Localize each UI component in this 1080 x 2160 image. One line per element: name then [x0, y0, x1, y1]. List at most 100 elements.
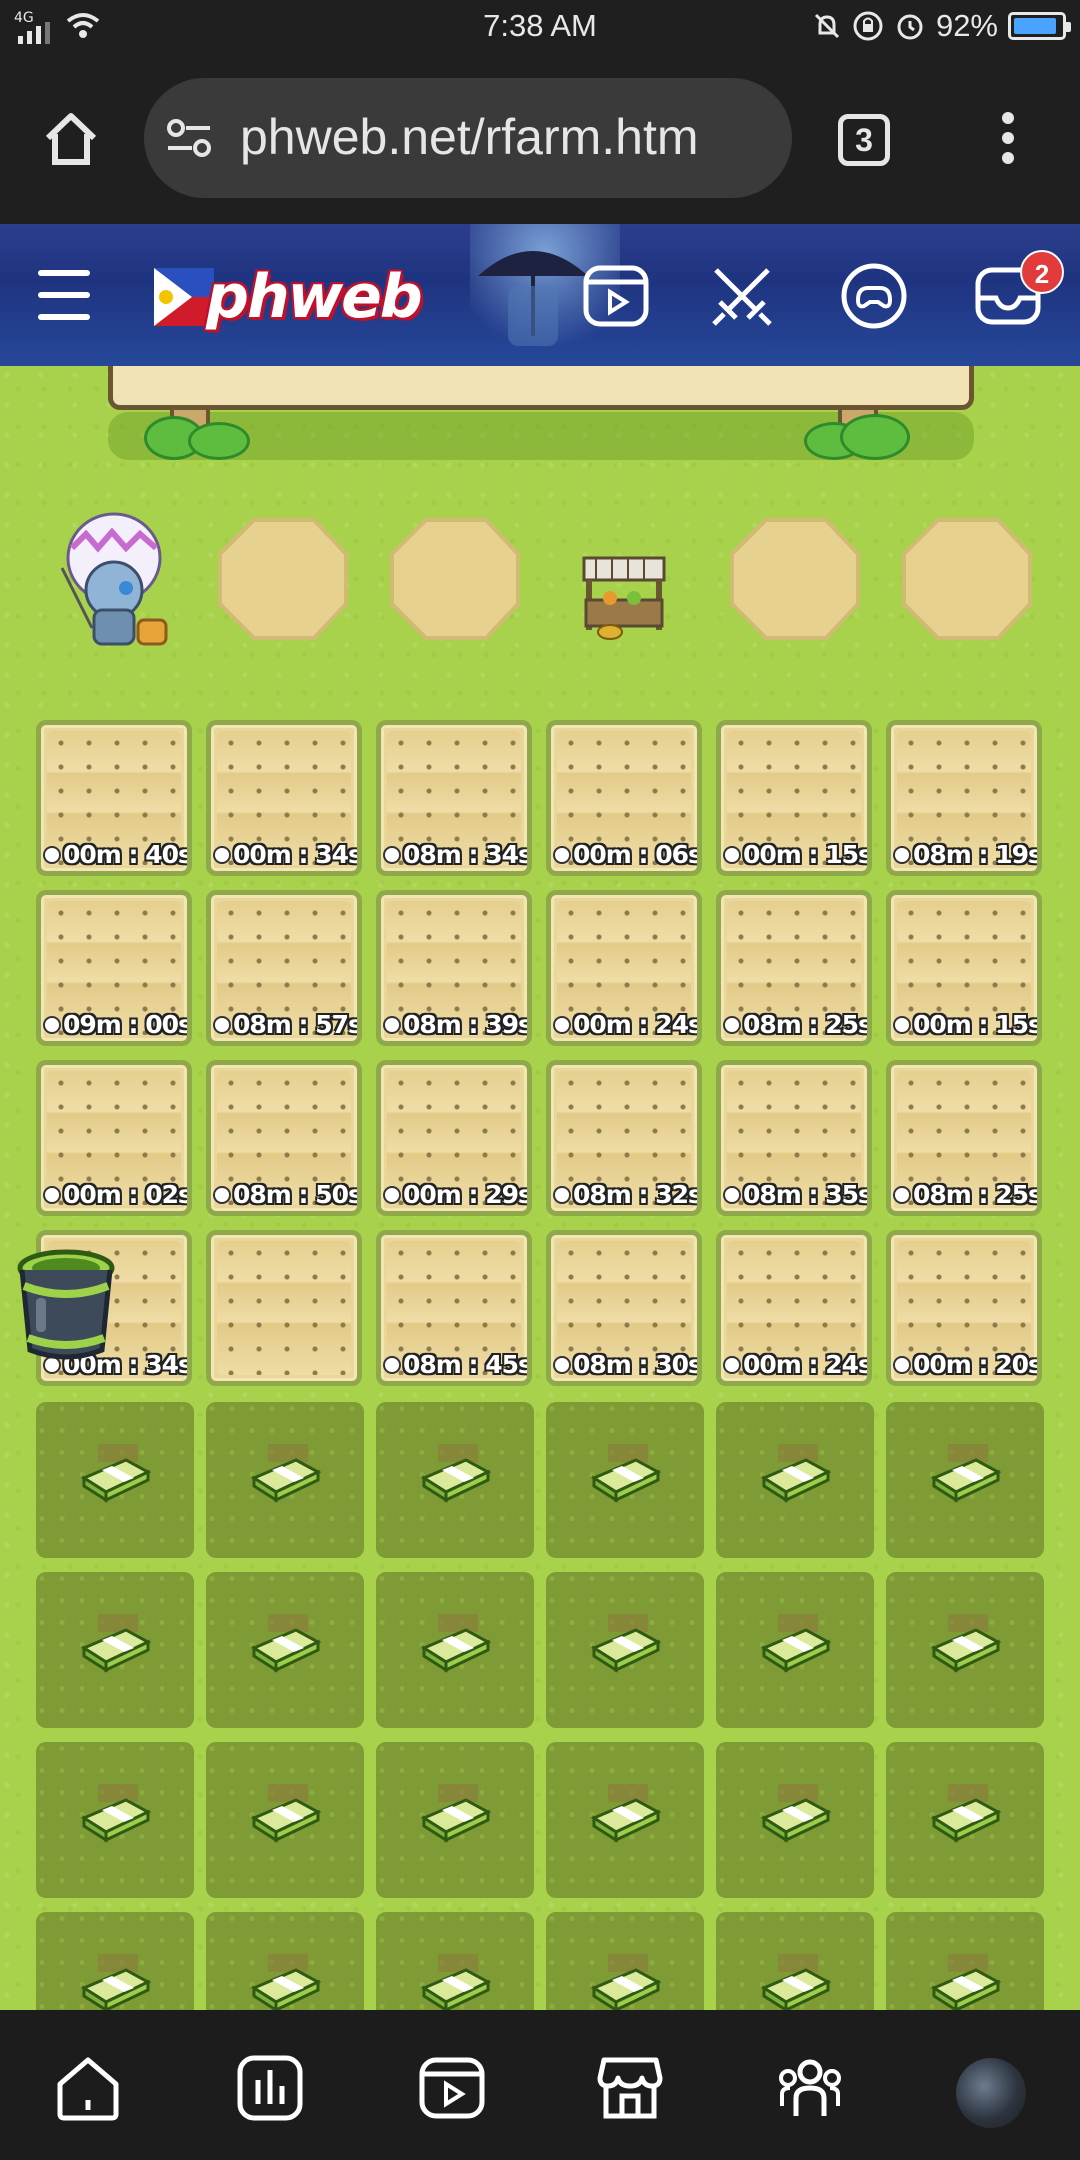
overflow-menu-icon[interactable]: [998, 112, 1018, 168]
farm-plot[interactable]: 00m : 15s: [716, 720, 872, 876]
locked-plot[interactable]: [546, 1402, 704, 1558]
farm-plot[interactable]: 08m : 35s: [716, 1060, 872, 1216]
cash-stack-icon: [760, 1782, 832, 1851]
market-stall[interactable]: [576, 552, 672, 642]
farm-plot[interactable]: 08m : 25s: [716, 890, 872, 1046]
locked-plot[interactable]: [36, 1572, 194, 1728]
nav-groups-icon[interactable]: [774, 2052, 846, 2124]
farm-plot[interactable]: 08m : 25s: [886, 1060, 1042, 1216]
hamburger-menu-icon[interactable]: [38, 270, 90, 320]
crossed-swords-icon[interactable]: [706, 260, 778, 332]
plot-timer-text: 00m : 34s: [233, 840, 362, 869]
empty-dirt-patch[interactable]: [386, 514, 524, 644]
alarm-icon: [897, 14, 923, 40]
farm-plot[interactable]: 09m : 00s: [36, 890, 192, 1046]
address-bar[interactable]: phweb.net/rfarm.htm: [144, 78, 792, 198]
farm-plot[interactable]: 08m : 39s: [376, 890, 532, 1046]
clock-icon: [383, 1015, 401, 1034]
locked-plot[interactable]: [36, 1912, 194, 2010]
farm-plot[interactable]: 00m : 40s: [36, 720, 192, 876]
locked-plot[interactable]: [546, 1572, 704, 1728]
bush-left: [140, 406, 260, 464]
philippine-flag-icon: [154, 268, 214, 326]
farm-plot[interactable]: 08m : 32s: [546, 1060, 702, 1216]
battery-icon: [1008, 12, 1071, 40]
plot-timer: 00m : 06s: [553, 840, 697, 869]
farm-plot[interactable]: 08m : 57s: [206, 890, 362, 1046]
farm-plot[interactable]: 08m : 50s: [206, 1060, 362, 1216]
clock-icon: [213, 1185, 231, 1204]
farmer-character[interactable]: [52, 508, 182, 658]
farm-plot[interactable]: 08m : 30s: [546, 1230, 702, 1386]
farm-plot[interactable]: 08m : 19s: [886, 720, 1042, 876]
clock-icon: [893, 1015, 911, 1034]
plot-timer: 00m : 15s: [723, 840, 867, 869]
gamepad-icon[interactable]: [838, 260, 910, 332]
farm-plot[interactable]: 00m : 02s: [36, 1060, 192, 1216]
clock-icon: [893, 845, 911, 864]
farm-plot[interactable]: 00m : 24s: [716, 1230, 872, 1386]
clock-icon: [553, 1185, 571, 1204]
locked-plot[interactable]: [716, 1912, 874, 2010]
locked-plot[interactable]: [206, 1742, 364, 1898]
cash-stack-icon: [760, 1612, 832, 1681]
empty-dirt-patch[interactable]: [898, 514, 1036, 644]
locked-plot[interactable]: [716, 1742, 874, 1898]
url-text[interactable]: phweb.net/rfarm.htm: [240, 108, 699, 166]
locked-plot[interactable]: [376, 1742, 534, 1898]
locked-plot[interactable]: [36, 1402, 194, 1558]
cash-stack-icon: [930, 1952, 1002, 2010]
clock-icon: [213, 845, 231, 864]
site-logo[interactable]: phweb: [154, 258, 423, 338]
cash-stack-icon: [420, 1782, 492, 1851]
farm-plot[interactable]: 00m : 34s: [206, 720, 362, 876]
locked-plot[interactable]: [376, 1402, 534, 1558]
nav-stats-icon[interactable]: [234, 2052, 306, 2124]
home-icon[interactable]: [40, 108, 102, 170]
watering-bucket-tool[interactable]: [14, 1246, 118, 1366]
farm-plot[interactable]: 00m : 24s: [546, 890, 702, 1046]
farm-plot[interactable]: [206, 1230, 362, 1386]
locked-plot[interactable]: [376, 1912, 534, 2010]
empty-dirt-patch[interactable]: [726, 514, 864, 644]
clock-icon: [383, 1355, 401, 1374]
locked-plot[interactable]: [206, 1572, 364, 1728]
locked-plot[interactable]: [886, 1402, 1044, 1558]
empty-dirt-patch[interactable]: [214, 514, 352, 644]
farm-plot[interactable]: 00m : 20s: [886, 1230, 1042, 1386]
locked-plot[interactable]: [36, 1742, 194, 1898]
farm-plot[interactable]: 00m : 06s: [546, 720, 702, 876]
farm-plot[interactable]: 00m : 15s: [886, 890, 1042, 1046]
locked-plot[interactable]: [886, 1742, 1044, 1898]
locked-plot[interactable]: [716, 1572, 874, 1728]
farm-plot[interactable]: 00m : 29s: [376, 1060, 532, 1216]
cash-stack-icon: [760, 1952, 832, 2010]
locked-plot[interactable]: [886, 1912, 1044, 2010]
locked-plot[interactable]: [546, 1912, 704, 2010]
profile-avatar[interactable]: [956, 2058, 1026, 2128]
plot-timer: 08m : 35s: [723, 1180, 872, 1209]
plot-timer-text: 08m : 45s: [403, 1350, 532, 1379]
site-settings-icon[interactable]: [164, 114, 214, 162]
locked-plot[interactable]: [206, 1912, 364, 2010]
nav-home-icon[interactable]: [52, 2052, 124, 2124]
nav-video-icon[interactable]: [416, 2052, 488, 2124]
plot-timer: 00m : 24s: [553, 1010, 697, 1039]
clock-icon: [383, 1185, 401, 1204]
farm-plot[interactable]: 08m : 34s: [376, 720, 532, 876]
farm-plot[interactable]: 08m : 45s: [376, 1230, 532, 1386]
locked-plot[interactable]: [546, 1742, 704, 1898]
video-play-icon[interactable]: [580, 260, 652, 332]
locked-plot[interactable]: [206, 1402, 364, 1558]
cash-stack-icon: [250, 1612, 322, 1681]
plot-timer-text: 08m : 35s: [743, 1180, 872, 1209]
locked-plot[interactable]: [376, 1572, 534, 1728]
farm-field: 00m : 40s 00m : 34s 08m : 34s 00m : 06s 00m …: [0, 366, 1080, 2010]
locked-plot[interactable]: [716, 1402, 874, 1558]
locked-plot[interactable]: [886, 1572, 1044, 1728]
cash-stack-icon: [760, 1442, 832, 1511]
plot-timer-text: 00m : 15s: [913, 1010, 1042, 1039]
clock-icon: [723, 845, 741, 864]
nav-shop-icon[interactable]: [594, 2052, 666, 2124]
tab-switcher-button[interactable]: 3: [838, 114, 890, 166]
